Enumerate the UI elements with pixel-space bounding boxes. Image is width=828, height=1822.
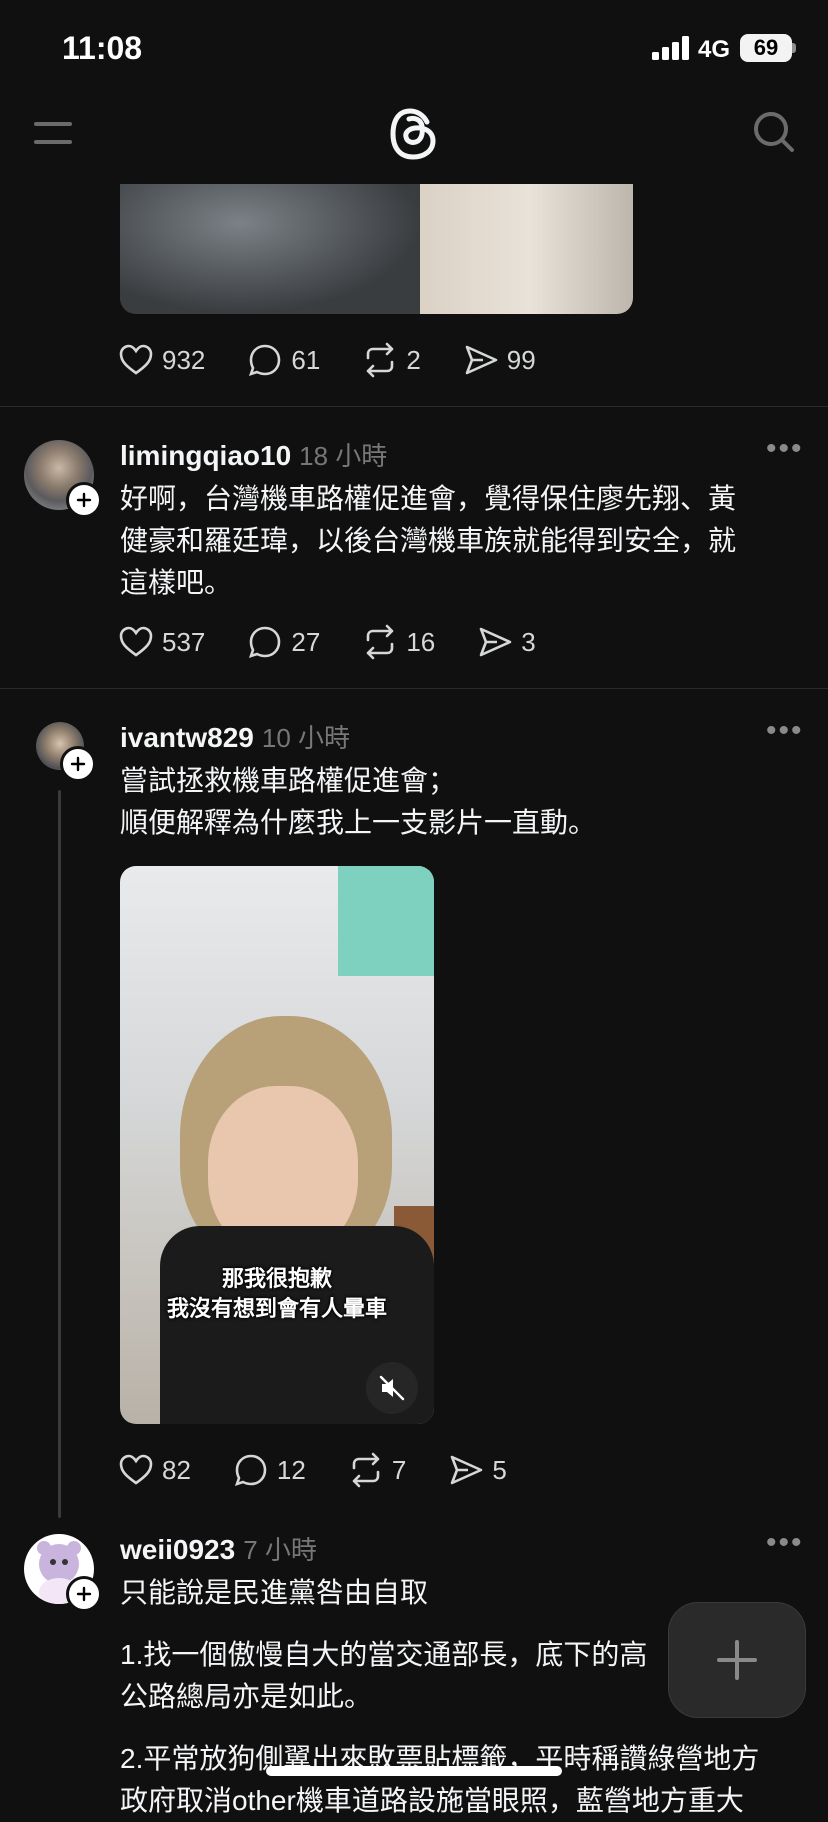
post-2-actions: 82 12 7 5	[118, 1450, 549, 1490]
battery-tip	[792, 43, 796, 53]
post-time: 10 小時	[261, 723, 351, 753]
post-paragraph: 1.找一個傲慢自大的當交通部長，底下的高 公路總局亦是如此。	[120, 1634, 680, 1718]
like-button[interactable]: 82	[118, 1452, 191, 1488]
text-line: 政府取消other機車道路設施當眼照，藍營地方重大	[120, 1785, 744, 1816]
mute-button[interactable]	[366, 1362, 418, 1414]
menu-button[interactable]	[32, 116, 76, 150]
text-line: 嘗試拯救機車路權促進會；	[120, 765, 457, 796]
post-time: 7 小時	[243, 1535, 317, 1565]
post-text: 好啊，台灣機車路權促進會，覺得保住廖先翔、黃 健豪和羅廷瑋，以後台灣機車族就能得…	[120, 478, 800, 604]
caption-line: 那我很抱歉	[221, 1266, 332, 1291]
share-button[interactable]: 99	[463, 342, 536, 378]
video-poster-area	[338, 866, 434, 976]
text-line: 好啊，台灣機車路權促進會，覺得保住廖先翔、黃	[120, 483, 737, 514]
divider	[0, 406, 828, 407]
heart-icon	[119, 344, 153, 375]
reply-button[interactable]: 27	[247, 624, 320, 660]
like-button[interactable]: 932	[118, 342, 205, 378]
comment-icon	[234, 1454, 267, 1487]
like-button[interactable]: 537	[118, 624, 205, 660]
username[interactable]: weii0923	[120, 1534, 235, 1565]
send-icon	[479, 627, 512, 657]
repost-icon	[367, 624, 394, 660]
post-time: 18 小時	[299, 441, 388, 471]
post-0-actions: 932 61 2 99	[118, 340, 578, 380]
follow-plus-button[interactable]	[66, 482, 102, 518]
share-button[interactable]: 3	[477, 624, 536, 660]
battery-indicator: 69	[740, 34, 792, 62]
like-count: 82	[162, 1454, 191, 1485]
post-header: ivantw829 10 小時	[120, 718, 350, 755]
signal-icon	[652, 36, 689, 60]
share-count: 5	[492, 1454, 507, 1485]
search-icon	[754, 112, 794, 152]
reply-count: 27	[291, 626, 321, 657]
plus-icon	[70, 756, 86, 772]
repost-count: 2	[406, 344, 421, 375]
like-count: 932	[162, 344, 206, 375]
network-type: 4G	[698, 36, 731, 63]
home-indicator[interactable]	[266, 1766, 562, 1776]
post-header: weii0923 7 小時	[120, 1530, 317, 1567]
status-time: 11:08	[62, 30, 143, 66]
heart-icon	[119, 626, 153, 657]
repost-count: 7	[391, 1454, 407, 1485]
reply-button[interactable]: 61	[247, 342, 320, 378]
heart-icon	[119, 1454, 153, 1485]
text-line: 順便解釋為什麼我上一支影片一直動。	[120, 807, 597, 838]
send-icon	[465, 345, 498, 375]
username[interactable]: ivantw829	[120, 722, 254, 753]
repost-button[interactable]: 16	[362, 624, 435, 660]
like-count: 537	[162, 626, 206, 657]
reply-button[interactable]: 12	[233, 1452, 306, 1488]
repost-count: 16	[406, 626, 436, 657]
compose-button[interactable]	[668, 1602, 806, 1718]
post-video[interactable]: 那我很抱歉 我沒有想到會有人暈車	[120, 866, 434, 1424]
repost-button[interactable]: 7	[348, 1452, 406, 1488]
home-logo-button[interactable]	[388, 106, 440, 162]
image-shirt-area	[120, 184, 420, 314]
text-line: 這樣吧。	[120, 567, 233, 598]
send-icon	[451, 1455, 483, 1485]
post-paragraph: 2.平常放狗側翼出來敗票貼標籤，平時稱讚綠營地方 政府取消other機車道路設施…	[120, 1738, 810, 1822]
threads-logo-icon	[390, 108, 436, 160]
reply-count: 61	[291, 344, 321, 375]
more-options-icon[interactable]: •••	[766, 1526, 804, 1560]
share-button[interactable]: 5	[448, 1452, 507, 1488]
reply-count: 12	[276, 1454, 306, 1485]
post-header: limingqiao10 18 小時	[120, 436, 387, 473]
text-line: 健豪和羅廷瑋，以後台灣機車族就能得到安全，就	[120, 525, 737, 556]
repost-icon	[367, 342, 394, 378]
menu-icon	[34, 122, 72, 144]
text-line: 公路總局亦是如此。	[120, 1681, 373, 1712]
plus-icon	[76, 1586, 92, 1602]
thread-line	[58, 790, 61, 1518]
share-count: 99	[506, 344, 536, 375]
caption-line: 我沒有想到會有人暈車	[166, 1296, 387, 1321]
share-count: 3	[521, 626, 536, 657]
follow-plus-button[interactable]	[60, 746, 96, 782]
post-text: 嘗試拯救機車路權促進會； 順便解釋為什麼我上一支影片一直動。	[120, 760, 800, 844]
divider	[0, 688, 828, 689]
more-options-icon[interactable]: •••	[766, 714, 804, 748]
plus-icon	[76, 492, 92, 508]
repost-button[interactable]: 2	[362, 342, 421, 378]
username[interactable]: limingqiao10	[120, 440, 291, 471]
plus-icon	[717, 1640, 757, 1680]
video-caption: 那我很抱歉 我沒有想到會有人暈車	[120, 1264, 434, 1324]
muted-speaker-icon	[379, 1375, 405, 1401]
repost-icon	[352, 1452, 380, 1488]
post-image[interactable]	[120, 184, 633, 314]
follow-plus-button[interactable]	[66, 1576, 102, 1612]
more-options-icon[interactable]: •••	[766, 432, 804, 466]
comment-icon	[249, 344, 281, 377]
text-line: 1.找一個傲慢自大的當交通部長，底下的高	[120, 1639, 648, 1670]
comment-icon	[249, 626, 281, 659]
search-button[interactable]	[752, 110, 796, 154]
post-1-actions: 537 27 16 3	[118, 622, 578, 662]
